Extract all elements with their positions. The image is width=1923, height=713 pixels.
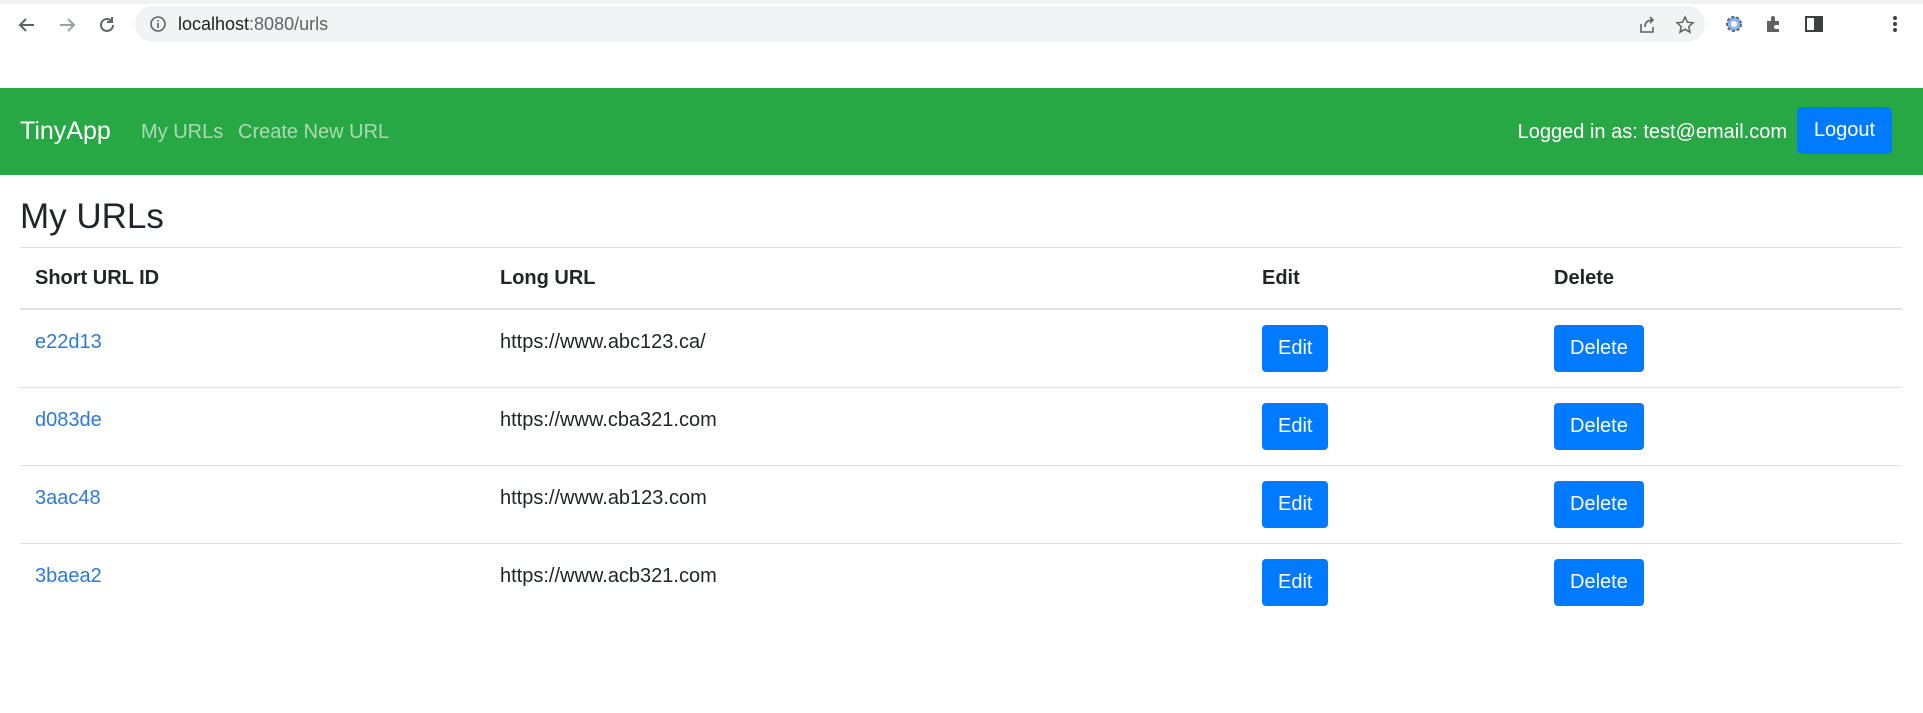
delete-cell: Delete (1539, 309, 1902, 388)
long-url-cell: https://www.acb321.com (485, 544, 1247, 622)
browser-toolbar: localhost:8080/urls (0, 0, 1923, 48)
delete-button[interactable]: Delete (1554, 481, 1644, 528)
share-icon[interactable] (1637, 15, 1657, 35)
url-host: localhost (178, 14, 250, 34)
table-row: 3baea2 https://www.acb321.com Edit Delet… (20, 544, 1902, 622)
long-url-text: https://www.cba321.com (500, 409, 717, 431)
nav-link-my-urls[interactable]: My URLs (141, 120, 223, 144)
extension-gear-icon[interactable] (1723, 13, 1745, 35)
forward-arrow-icon (60, 18, 76, 32)
delete-cell: Delete (1539, 544, 1902, 622)
table-row: 3aac48 https://www.ab123.com Edit Delete (20, 465, 1902, 544)
logged-in-status: Logged in as: test@email.com (1517, 121, 1787, 143)
short-url-link[interactable]: 3baea2 (35, 565, 102, 587)
reload-icon (100, 17, 114, 32)
edit-cell: Edit (1247, 544, 1539, 622)
edit-cell: Edit (1247, 387, 1539, 466)
urls-table-container: Short URL ID Long URL Edit Delete e22d13… (20, 247, 1902, 621)
delete-cell: Delete (1539, 465, 1902, 544)
long-url-cell: https://www.abc123.ca/ (485, 309, 1247, 388)
long-url-text: https://www.acb321.com (500, 565, 717, 587)
urls-table: Short URL ID Long URL Edit Delete e22d13… (20, 247, 1902, 621)
app-navbar: TinyApp My URLs Create New URL Logged in… (0, 88, 1923, 175)
header-long-url: Long URL (485, 247, 1247, 310)
nav-link-create-new-url[interactable]: Create New URL (238, 120, 389, 144)
short-id-cell: 3aac48 (20, 465, 485, 544)
edit-cell: Edit (1247, 309, 1539, 388)
short-url-link[interactable]: 3aac48 (35, 487, 101, 509)
edit-button[interactable]: Edit (1262, 325, 1329, 372)
address-url[interactable]: localhost:8080/urls (178, 14, 328, 34)
short-id-cell: e22d13 (20, 309, 485, 388)
brand-link[interactable]: TinyApp (20, 116, 111, 146)
more-menu-icon[interactable] (1884, 13, 1906, 35)
header-delete: Delete (1539, 247, 1902, 310)
long-url-text: https://www.ab123.com (500, 487, 707, 509)
delete-button[interactable]: Delete (1554, 325, 1644, 372)
tab-strip (0, 0, 1923, 4)
reload-button[interactable] (92, 10, 122, 40)
header-short-url-id: Short URL ID (20, 247, 485, 310)
address-bar[interactable]: localhost:8080/urls (135, 6, 1705, 42)
header-edit: Edit (1247, 247, 1539, 310)
long-url-cell: https://www.cba321.com (485, 387, 1247, 466)
info-icon[interactable] (149, 15, 167, 33)
forward-button[interactable] (52, 10, 82, 40)
back-button[interactable] (12, 10, 42, 40)
short-url-link[interactable]: e22d13 (35, 331, 102, 353)
delete-button[interactable]: Delete (1554, 403, 1644, 450)
short-id-cell: d083de (20, 387, 485, 466)
table-row: e22d13 https://www.abc123.ca/ Edit Delet… (20, 309, 1902, 388)
table-row: d083de https://www.cba321.com Edit Delet… (20, 387, 1902, 466)
url-path: :8080/urls (249, 14, 329, 34)
back-arrow-icon (18, 18, 34, 32)
logout-button[interactable]: Logout (1797, 107, 1892, 154)
short-url-link[interactable]: d083de (35, 409, 102, 431)
edit-button[interactable]: Edit (1262, 559, 1329, 606)
delete-cell: Delete (1539, 387, 1902, 466)
edit-cell: Edit (1247, 465, 1539, 544)
edit-button[interactable]: Edit (1262, 481, 1329, 528)
short-id-cell: 3baea2 (20, 544, 485, 622)
long-url-text: https://www.abc123.ca/ (500, 331, 706, 353)
long-url-cell: https://www.ab123.com (485, 465, 1247, 544)
delete-button[interactable]: Delete (1554, 559, 1644, 606)
puzzle-icon[interactable] (1763, 13, 1785, 35)
star-icon[interactable] (1675, 15, 1695, 35)
page-title: My URLs (20, 197, 164, 236)
side-panel-icon[interactable] (1803, 13, 1825, 35)
edit-button[interactable]: Edit (1262, 403, 1329, 450)
table-header-row: Short URL ID Long URL Edit Delete (20, 247, 1902, 310)
